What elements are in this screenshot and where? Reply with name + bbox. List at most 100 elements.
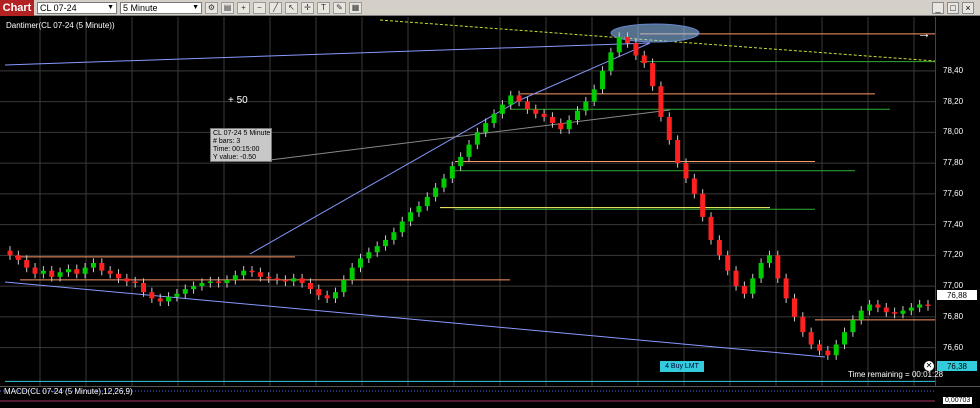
candle[interactable] — [149, 292, 155, 299]
candle[interactable] — [908, 307, 914, 311]
candle[interactable] — [57, 272, 63, 277]
candle[interactable] — [341, 279, 347, 293]
candle[interactable] — [458, 156, 464, 167]
candle[interactable] — [182, 289, 188, 294]
maximize-icon[interactable]: □ — [947, 2, 959, 14]
trendline[interactable] — [519, 42, 651, 101]
candle[interactable] — [766, 255, 772, 263]
candle[interactable] — [741, 286, 747, 294]
candle[interactable] — [783, 278, 789, 299]
arrow-right-icon[interactable]: → — [917, 25, 931, 41]
macd-panel[interactable]: MACD(CL 07-24 (5 Minute),12,26,9) 0,0070… — [0, 386, 980, 408]
candle[interactable] — [416, 206, 422, 213]
interval-select[interactable]: 5 Minute ▼ — [120, 1, 202, 14]
candle[interactable] — [366, 252, 372, 259]
candle[interactable] — [24, 259, 30, 268]
candle[interactable] — [299, 278, 305, 283]
chart-tab[interactable]: Chart — [0, 0, 34, 16]
candle[interactable] — [533, 109, 539, 114]
candle[interactable] — [483, 123, 489, 133]
candle[interactable] — [115, 273, 121, 279]
candle[interactable] — [566, 120, 572, 130]
candle[interactable] — [433, 187, 439, 197]
candle[interactable] — [307, 282, 313, 290]
trendline[interactable] — [249, 99, 521, 255]
candle[interactable] — [141, 282, 147, 293]
candle[interactable] — [424, 196, 430, 207]
price-axis[interactable]: 78,40 78,20 78,00 77,80 77,60 77,40 77,20 77,00… — [935, 17, 980, 386]
candle[interactable] — [625, 36, 631, 44]
candle[interactable] — [40, 270, 46, 274]
candle[interactable] — [107, 270, 113, 274]
trendline[interactable] — [4, 42, 651, 66]
candle[interactable] — [249, 270, 255, 273]
text-tool-icon[interactable]: T — [317, 1, 330, 14]
instrument-select[interactable]: CL 07-24 ▼ — [37, 1, 117, 14]
candle[interactable] — [266, 276, 272, 279]
candle[interactable] — [224, 279, 230, 283]
candle[interactable] — [383, 239, 389, 247]
candle[interactable] — [633, 43, 639, 56]
candle[interactable] — [691, 178, 697, 194]
candle[interactable] — [374, 246, 380, 253]
trendline[interactable] — [4, 281, 826, 358]
print-icon[interactable]: ▤ — [221, 1, 234, 14]
candle[interactable] — [199, 282, 205, 287]
candle[interactable] — [583, 101, 589, 111]
candle[interactable] — [282, 279, 288, 282]
line-tool-icon[interactable]: ╱ — [269, 1, 282, 14]
candle[interactable] — [558, 123, 564, 130]
arrow-icon[interactable]: ↖ — [285, 1, 298, 14]
candle[interactable] — [574, 110, 580, 121]
candle[interactable] — [332, 292, 338, 299]
candle[interactable] — [291, 278, 297, 282]
candle[interactable] — [132, 281, 138, 283]
candle[interactable] — [817, 344, 823, 351]
candle[interactable] — [591, 89, 597, 102]
candle[interactable] — [466, 144, 472, 157]
grid-icon[interactable]: ▦ — [349, 1, 362, 14]
candle[interactable] — [32, 267, 38, 274]
candle[interactable] — [74, 269, 80, 274]
candle[interactable] — [549, 116, 555, 124]
candle[interactable] — [875, 304, 881, 308]
candle[interactable] — [516, 95, 522, 102]
candle[interactable] — [157, 298, 163, 302]
candle[interactable] — [842, 332, 848, 345]
candle[interactable] — [216, 281, 222, 283]
candle[interactable] — [316, 289, 322, 296]
candle[interactable] — [716, 239, 722, 256]
candle[interactable] — [658, 86, 664, 117]
candle[interactable] — [867, 304, 873, 311]
candle[interactable] — [191, 286, 197, 290]
candle[interactable] — [99, 263, 105, 271]
minimize-icon[interactable]: _ — [932, 2, 944, 14]
highlight-ellipse[interactable] — [610, 23, 700, 43]
candle[interactable] — [683, 163, 689, 179]
candle[interactable] — [883, 307, 889, 313]
candle[interactable] — [725, 255, 731, 271]
candle[interactable] — [358, 258, 364, 268]
candle[interactable] — [491, 113, 497, 124]
candle[interactable] — [733, 270, 739, 287]
candle[interactable] — [791, 298, 797, 317]
gear-icon[interactable]: ⚙ — [205, 1, 218, 14]
candle[interactable] — [174, 293, 180, 297]
candle[interactable] — [441, 178, 447, 188]
candle[interactable] — [700, 193, 706, 217]
candle[interactable] — [541, 113, 547, 117]
pencil-icon[interactable]: ✎ — [333, 1, 346, 14]
candle[interactable] — [349, 267, 355, 280]
candle[interactable] — [750, 278, 756, 294]
candle[interactable] — [892, 312, 898, 314]
candle[interactable] — [82, 267, 88, 274]
candle[interactable] — [833, 344, 839, 356]
candle[interactable] — [65, 269, 71, 273]
candle[interactable] — [15, 255, 21, 260]
candle[interactable] — [7, 250, 13, 256]
candle[interactable] — [257, 272, 263, 277]
candle[interactable] — [608, 52, 614, 71]
candle[interactable] — [925, 304, 931, 307]
zoom-out-icon[interactable]: − — [253, 1, 266, 14]
candle[interactable] — [524, 101, 530, 110]
